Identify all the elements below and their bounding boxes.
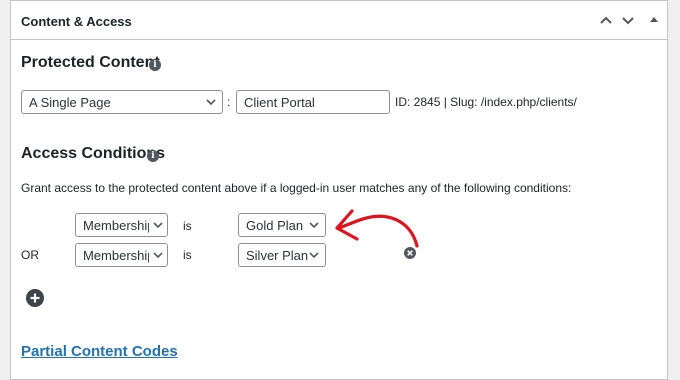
condition-operator: is <box>183 219 192 233</box>
add-condition-icon[interactable] <box>26 289 44 307</box>
condition-field-select[interactable]: Membership <box>75 243 168 267</box>
page-search-input[interactable]: Client Portal <box>236 90 390 114</box>
annotation-arrow <box>335 209 419 248</box>
condition-field-value: Membership <box>83 248 155 263</box>
panel-header: Content & Access <box>11 1 667 40</box>
condition-value: Silver Plan <box>246 248 309 263</box>
chevron-down-icon <box>206 99 216 106</box>
content-access-panel: Content & Access Protected Content i A S… <box>10 0 668 380</box>
chevron-down-icon <box>309 222 319 229</box>
info-icon: i <box>147 150 159 162</box>
access-conditions-description: Grant access to the protected content ab… <box>21 181 572 195</box>
chevron-up-icon[interactable] <box>599 13 613 27</box>
condition-operator: is <box>183 248 192 262</box>
access-conditions-title: Access Conditions <box>21 145 166 162</box>
collapse-arrow-icon[interactable] <box>647 13 661 27</box>
condition-value: Gold Plan <box>246 218 304 233</box>
info-icon: i <box>149 59 161 71</box>
content-type-select[interactable]: A Single Page <box>21 90 223 114</box>
chevron-down-icon[interactable] <box>621 13 635 27</box>
page-meta-text: ID: 2845 | Slug: /index.php/clients/ <box>395 95 577 109</box>
chevron-down-icon <box>153 222 163 229</box>
panel-title: Content & Access <box>21 14 132 29</box>
condition-prefix-or: OR <box>21 248 39 262</box>
condition-value-select[interactable]: Gold Plan <box>238 213 326 237</box>
partial-content-codes-link[interactable]: Partial Content Codes <box>21 343 178 360</box>
condition-field-select[interactable]: Membership <box>75 213 168 237</box>
protected-content-title: Protected Content <box>21 54 160 71</box>
condition-field-value: Membership <box>83 218 155 233</box>
chevron-down-icon <box>309 252 319 259</box>
chevron-down-icon <box>153 252 163 259</box>
separator-colon: : <box>227 95 231 109</box>
condition-value-select[interactable]: Silver Plan <box>238 243 326 267</box>
content-type-value: A Single Page <box>29 95 111 110</box>
page-input-value: Client Portal <box>244 95 315 110</box>
